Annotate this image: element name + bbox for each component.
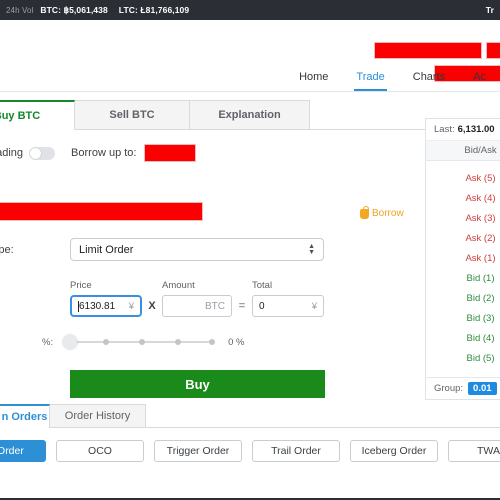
tab-sell-btc[interactable]: Sell BTC	[75, 100, 190, 129]
order-button-twap[interactable]: TWAP	[448, 440, 500, 462]
order-book-rows: Ask (5) Ask (4) Ask (3) Ask (2) Ask (1) …	[426, 161, 500, 368]
order-button-iceberg[interactable]: Iceberg Order	[350, 440, 438, 462]
slider-knob[interactable]	[63, 335, 78, 349]
order-book-row-bid-4[interactable]: Bid (4)	[426, 328, 500, 348]
amount-field-group: Amount BTC	[162, 280, 232, 317]
price-value: 6130.81	[79, 300, 116, 312]
borrow-button-label: Borrow	[372, 208, 404, 219]
order-book-row-bid-5[interactable]: Bid (5)	[426, 348, 500, 368]
total-value: 0	[259, 300, 265, 312]
percent-slider-row: %: 0 %	[42, 335, 244, 349]
percent-slider[interactable]	[63, 335, 218, 349]
order-type-value: Limit Order	[79, 243, 134, 256]
last-price-label: Last:	[434, 124, 455, 135]
app-root: 24h Vol BTC: ฿5,061,438 LTC: Ł81,766,109…	[0, 0, 500, 500]
order-book-row-ask-5[interactable]: Ask (5)	[426, 168, 500, 188]
order-book-row-ask-3[interactable]: Ask (3)	[426, 208, 500, 228]
site-header: Home Trade Charts Ac	[0, 20, 500, 92]
order-book: Last: 6,131.00 Bid/Ask Ask (5) Ask (4) A…	[425, 118, 500, 400]
borrow-button[interactable]: Borrow	[360, 205, 404, 219]
total-input[interactable]: 0 ¥	[252, 295, 324, 317]
order-book-row-ask-1[interactable]: Ask (1)	[426, 248, 500, 268]
total-currency-symbol: ¥	[311, 300, 317, 312]
order-fields: Price 6130.81 ¥ X Amount BTC = Total 0 ¥	[70, 280, 324, 317]
price-label: Price	[70, 280, 92, 291]
order-book-row-bid-2[interactable]: Bid (2)	[426, 288, 500, 308]
main-nav: Home Trade Charts Ac	[285, 61, 500, 91]
bid-ask-header[interactable]: Bid/Ask	[426, 141, 500, 161]
order-button-trigger[interactable]: Trigger Order	[154, 440, 242, 462]
slider-tick-25[interactable]	[103, 339, 110, 345]
multiply-operator: X	[148, 300, 156, 312]
redaction-block-2	[486, 42, 500, 59]
redaction-block-borrow-amount	[144, 144, 197, 162]
topbar-truncated-label: Tr	[485, 5, 494, 15]
nav-item-account[interactable]: Ac	[459, 71, 500, 91]
order-book-row-bid-3[interactable]: Bid (3)	[426, 308, 500, 328]
order-type-select[interactable]: Limit Order ▲ ▼	[70, 238, 324, 261]
order-book-row-ask-4[interactable]: Ask (4)	[426, 188, 500, 208]
ticker-bar: 24h Vol BTC: ฿5,061,438 LTC: Ł81,766,109…	[0, 0, 500, 20]
order-button-limit[interactable]: mit Order	[0, 440, 46, 462]
tab-explanation[interactable]: Explanation	[190, 100, 310, 129]
last-price-row: Last: 6,131.00	[426, 119, 500, 141]
total-label: Total	[252, 280, 273, 291]
last-price-value: 6,131.00	[457, 124, 495, 135]
trade-panel: Buy BTC Sell BTC Explanation rgin tradin…	[0, 100, 425, 400]
tab-order-history[interactable]: Order History	[50, 404, 146, 427]
btc-volume: BTC: ฿5,061,438	[40, 4, 108, 15]
nav-item-trade[interactable]: Trade	[342, 71, 398, 91]
percent-label: %:	[42, 336, 54, 348]
tab-open-orders[interactable]: n Orders	[0, 404, 50, 428]
tab-buy-btc[interactable]: Buy BTC	[0, 100, 75, 130]
borrow-up-to-label: Borrow up to:	[71, 147, 137, 159]
nav-item-charts[interactable]: Charts	[399, 71, 459, 91]
order-type-buttons: mit Order OCO Trigger Order Trail Order …	[0, 440, 500, 462]
margin-trading-row: rgin trading Borrow up to:	[0, 142, 425, 164]
slider-tick-75[interactable]	[175, 339, 182, 345]
nav-item-home[interactable]: Home	[285, 71, 342, 91]
price-input[interactable]: 6130.81 ¥	[70, 295, 142, 317]
ltc-volume: LTC: Ł81,766,109	[118, 5, 190, 15]
margin-trading-toggle[interactable]	[29, 146, 56, 160]
slider-tick-50[interactable]	[139, 339, 146, 345]
money-bag-icon	[360, 205, 369, 219]
order-type-row: der Type: Limit Order ▲▼	[0, 238, 324, 261]
amount-label: Amount	[162, 280, 195, 291]
orders-section: n Orders Order History mit Order OCO Tri…	[0, 404, 500, 500]
percent-value: 0 %	[228, 336, 245, 348]
margin-trading-label: rgin trading	[0, 147, 24, 159]
trade-panel-body: rgin trading Borrow up to: Borrow der Ty…	[0, 130, 425, 398]
group-label: Group:	[434, 383, 464, 394]
redaction-block-1	[374, 42, 482, 59]
group-row: Group: 0.01 ▸	[426, 377, 500, 399]
chevron-updown-icon: ▲ ▼	[308, 242, 315, 256]
amount-placeholder: BTC	[205, 300, 225, 312]
volume-label: 24h Vol	[6, 5, 34, 15]
price-currency-symbol: ¥	[128, 300, 134, 312]
group-value-chip[interactable]: 0.01	[468, 382, 497, 395]
order-type-label: der Type:	[0, 243, 14, 256]
order-button-trail[interactable]: Trail Order	[252, 440, 340, 462]
trade-panel-tabs: Buy BTC Sell BTC Explanation	[0, 100, 425, 130]
buy-button[interactable]: Buy	[70, 370, 325, 398]
order-book-row-bid-1[interactable]: Bid (1)	[426, 268, 500, 288]
slider-tick-100[interactable]	[209, 339, 216, 345]
order-button-oco[interactable]: OCO	[56, 440, 144, 462]
amount-input[interactable]: BTC	[162, 295, 232, 317]
orders-tabs: n Orders Order History	[0, 404, 500, 428]
order-book-row-ask-2[interactable]: Ask (2)	[426, 228, 500, 248]
equals-operator: =	[238, 300, 246, 312]
price-field-group: Price 6130.81 ¥	[70, 280, 142, 317]
total-field-group: Total 0 ¥	[252, 280, 324, 317]
redaction-block-balance	[0, 202, 203, 221]
